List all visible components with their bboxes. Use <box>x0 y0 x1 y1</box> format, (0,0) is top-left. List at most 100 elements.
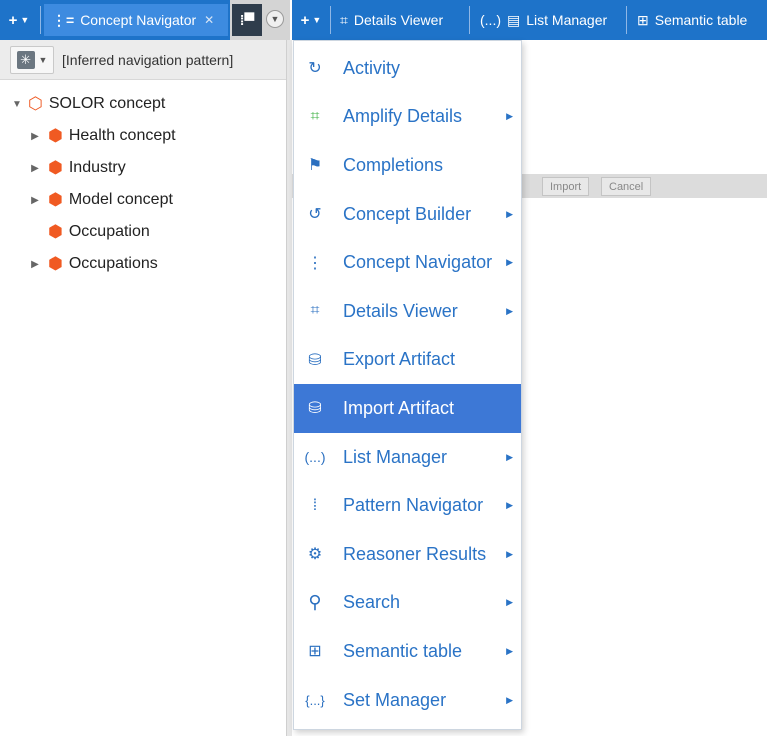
menu-item-label: Activity <box>343 57 401 78</box>
menu-item-set-manager[interactable]: {...} Set Manager ▶ <box>294 676 521 725</box>
concept-navigator-panel: ✳ ▼ [Inferred navigation pattern] ▼ ⬡ SO… <box>0 40 286 736</box>
menu-item-reasoner-results[interactable]: ⚙ Reasoner Results ▶ <box>294 530 521 579</box>
concept-hexagon-icon: ⬢ <box>48 222 63 241</box>
tab-list-manager[interactable]: (...) ▤ List Manager <box>472 4 615 36</box>
more-tabs-button[interactable]: ▼ <box>266 10 284 28</box>
close-icon[interactable]: ✕ <box>204 13 214 27</box>
tree-row[interactable]: ▶ ⬢ Occupations <box>0 248 286 280</box>
menu-item-label: Concept Builder <box>343 203 472 224</box>
flag-icon: ⚑ <box>307 157 323 175</box>
concept-builder-icon: ↺ <box>308 206 322 224</box>
tab-label: Concept Navigator <box>80 12 197 28</box>
list-manager-icon: (...) <box>304 449 326 466</box>
reasoner-results-icon: ⚙ <box>307 546 323 564</box>
list-prefix: (...) <box>480 12 501 28</box>
pattern-navigator-icon: ⁞▀ <box>239 12 255 28</box>
tab-details-viewer[interactable]: ⌗ Details Viewer <box>332 4 451 36</box>
concept-hexagon-icon: ⬢ <box>48 126 63 145</box>
menu-item-label: Concept Navigator <box>343 252 493 273</box>
chevron-down-icon: ▼ <box>312 15 322 25</box>
menu-item-label: Amplify Details <box>343 106 463 127</box>
menu-item-label: Pattern Navigator <box>343 495 484 516</box>
menu-item-search[interactable]: ⚲ Search ▶ <box>294 579 521 628</box>
amplify-details-icon: ⌗ <box>310 107 320 125</box>
pattern-navigator-icon: ⁞ <box>312 496 318 514</box>
chevron-down-icon: ▼ <box>38 54 48 65</box>
navigation-pattern-button[interactable]: ✳ ▼ <box>10 45 54 74</box>
search-icon: ⚲ <box>308 592 322 613</box>
menu-item-pattern-navigator[interactable]: ⁞ Pattern Navigator ▶ <box>294 481 521 530</box>
tab-concept-navigator[interactable]: ⋮= Concept Navigator ✕ <box>44 4 228 36</box>
navigator-toolbar: ✳ ▼ [Inferred navigation pattern] <box>0 40 286 80</box>
menu-item-concept-navigator[interactable]: ⋮ Concept Navigator ▶ <box>294 238 521 287</box>
concept-hexagon-icon: ⬢ <box>48 190 63 209</box>
import-artifact-icon: ⛁ <box>308 400 322 418</box>
left-tab-bar: + ▼ ⋮= Concept Navigator ✕ ⁞▀ ▼ <box>0 0 290 40</box>
cancel-button[interactable]: Cancel <box>601 177 652 196</box>
details-viewer-icon: ⌗ <box>340 11 348 28</box>
submenu-arrow-icon: ▶ <box>506 305 513 316</box>
menu-item-label: List Manager <box>343 446 448 467</box>
tree-label: Industry <box>68 159 126 176</box>
menu-item-list-manager[interactable]: (...) List Manager ▶ <box>294 433 521 482</box>
chevron-down-icon: ▼ <box>270 14 280 24</box>
menu-item-activity[interactable]: ↻ Activity <box>294 44 521 93</box>
concept-tree: ▼ ⬡ SOLOR concept ▶ ⬢ Health concept ▶ ⬢… <box>0 80 286 280</box>
menu-item-label: Export Artifact <box>343 349 456 370</box>
expand-arrow-icon[interactable]: ▶ <box>28 259 42 270</box>
tree-row[interactable]: ▶ ⬢ Model concept <box>0 184 286 216</box>
collapse-arrow-icon[interactable]: ▼ <box>10 99 24 110</box>
menu-item-label: Import Artifact <box>343 397 455 418</box>
plus-icon: + <box>8 11 18 29</box>
expand-arrow-icon[interactable]: ▶ <box>28 195 42 206</box>
expand-arrow-icon[interactable]: ▶ <box>28 131 42 142</box>
details-viewer-icon: ⌗ <box>310 302 320 320</box>
menu-item-label: Set Manager <box>343 689 447 710</box>
concept-navigator-icon: ⋮ <box>307 254 323 272</box>
navigation-pattern-label: [Inferred navigation pattern] <box>62 51 234 68</box>
tab-pattern-navigator[interactable]: ⁞▀ <box>232 4 262 36</box>
submenu-arrow-icon: ▶ <box>506 500 513 511</box>
plus-icon: + <box>300 11 310 29</box>
submenu-arrow-icon: ▶ <box>506 645 513 656</box>
menu-item-completions[interactable]: ⚑ Completions <box>294 141 521 190</box>
tab-label: Details Viewer <box>353 12 444 28</box>
menu-item-label: Completions <box>343 154 444 175</box>
tab-label: List Manager <box>526 12 608 28</box>
import-button[interactable]: Import <box>542 177 590 196</box>
tree-row[interactable]: ▶ ⬢ Industry <box>0 152 286 184</box>
menu-item-label: Details Viewer <box>343 300 458 321</box>
tab-separator <box>330 6 331 34</box>
menu-item-label: Reasoner Results <box>343 543 487 564</box>
navigation-pattern-icon: ✳ <box>16 50 35 69</box>
submenu-arrow-icon: ▶ <box>506 548 513 559</box>
submenu-arrow-icon: ▶ <box>506 257 513 268</box>
tree-row[interactable]: ▶ ⬢ Health concept <box>0 120 286 152</box>
submenu-arrow-icon: ▶ <box>506 451 513 462</box>
export-artifact-icon: ⛁ <box>308 351 322 369</box>
semantic-table-icon: ⊞ <box>637 11 649 28</box>
chevron-down-icon: ▼ <box>20 15 30 25</box>
menu-item-amplify-details[interactable]: ⌗ Amplify Details ▶ <box>294 93 521 142</box>
semantic-table-icon: ⊞ <box>308 643 322 661</box>
menu-item-import-artifact[interactable]: ⛁ Import Artifact <box>294 384 521 433</box>
tree-label: Health concept <box>68 127 176 144</box>
concept-hexagon-icon: ⬢ <box>48 158 63 177</box>
tab-separator <box>469 6 470 34</box>
tree-row[interactable]: ⬢ Occupation <box>0 216 286 248</box>
submenu-arrow-icon: ▶ <box>506 597 513 608</box>
tree-row[interactable]: ▼ ⬡ SOLOR concept <box>0 88 286 120</box>
menu-item-semantic-table[interactable]: ⊞ Semantic table ▶ <box>294 627 521 676</box>
right-add-tab-button[interactable]: + ▼ <box>292 4 330 36</box>
concept-hexagon-icon: ⬢ <box>48 254 63 273</box>
tree-label: Model concept <box>68 191 173 208</box>
left-add-tab-button[interactable]: + ▼ <box>0 4 38 36</box>
tree-label: Occupation <box>68 223 150 240</box>
right-tab-bar: + ▼ ⌗ Details Viewer (...) ▤ List Manager… <box>292 0 767 40</box>
menu-item-concept-builder[interactable]: ↺ Concept Builder ▶ <box>294 190 521 239</box>
tab-semantic-table[interactable]: ⊞ Semantic table <box>629 4 755 36</box>
menu-item-details-viewer[interactable]: ⌗ Details Viewer ▶ <box>294 287 521 336</box>
menu-item-label: Semantic table <box>343 640 463 661</box>
menu-item-export-artifact[interactable]: ⛁ Export Artifact <box>294 336 521 385</box>
expand-arrow-icon[interactable]: ▶ <box>28 163 42 174</box>
